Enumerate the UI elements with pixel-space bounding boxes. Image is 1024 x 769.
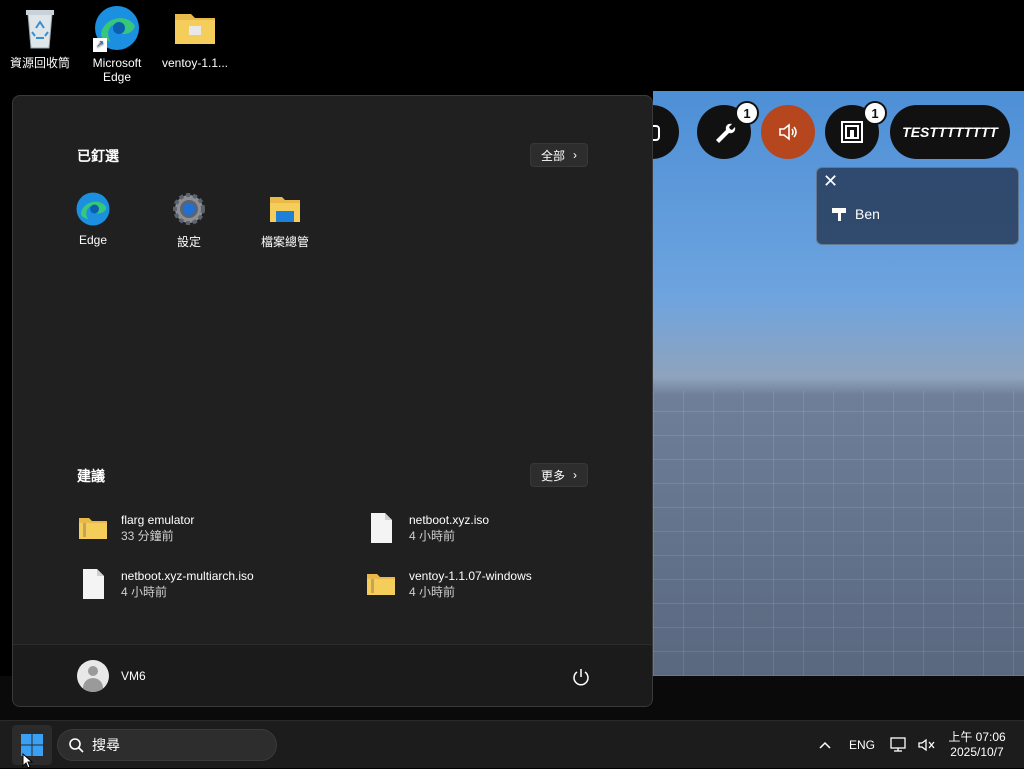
chevron-right-icon: ›: [573, 148, 578, 162]
recommended-name: netboot.xyz-multiarch.iso: [121, 569, 254, 583]
zip-folder-icon: [77, 512, 109, 544]
folder-icon: [171, 4, 219, 52]
recommended-item[interactable]: ventoy-1.1.07-windows 4 小時前: [365, 568, 635, 600]
edge-icon: [75, 191, 111, 227]
desktop-icon-ventoy-folder[interactable]: ventoy-1.1...: [155, 4, 235, 70]
inventory-button[interactable]: 1: [825, 101, 887, 159]
player-tag-button[interactable]: TESTTTTTTTT: [890, 105, 1010, 159]
desktop-icon-recycle-bin[interactable]: 資源回收筒: [0, 4, 80, 70]
recommended-name: netboot.xyz.iso: [409, 513, 490, 527]
layers-icon: [841, 121, 863, 143]
all-apps-button[interactable]: 全部 ›: [530, 143, 589, 167]
all-apps-label: 全部: [541, 148, 566, 163]
hammer-icon: [832, 208, 846, 221]
power-icon: [573, 669, 589, 686]
system-tray-status[interactable]: [890, 721, 936, 769]
zip-folder-icon: [365, 568, 397, 600]
pinned-app-label: Edge: [78, 233, 108, 247]
file-explorer-icon: [267, 191, 303, 227]
recommended-item[interactable]: netboot.xyz-multiarch.iso 4 小時前: [77, 568, 347, 600]
desktop-icon-edge[interactable]: ↗ Microsoft Edge: [77, 4, 157, 84]
pinned-section-title: 已釘選: [77, 148, 119, 164]
pinned-app-label: 設定: [176, 235, 201, 249]
clock-time: 上午 07:06: [948, 730, 1006, 744]
recommended-time: 4 小時前: [409, 529, 456, 543]
recommended-time: 4 小時前: [409, 585, 456, 599]
voice-chat-button[interactable]: [761, 105, 815, 159]
search-placeholder: 搜尋: [92, 737, 120, 753]
recommended-time: 4 小時前: [121, 585, 168, 599]
network-icon: [890, 737, 906, 752]
desktop: 資源回收筒 ↗ Microsoft Edge ventoy-1.1... 1 1…: [0, 0, 1024, 769]
more-label: 更多: [541, 468, 566, 483]
notification-player-name: Ben: [855, 206, 880, 222]
input-language-button[interactable]: ENG: [849, 721, 875, 769]
close-icon[interactable]: ✕: [823, 171, 838, 192]
desktop-icon-label: Microsoft Edge: [92, 56, 142, 84]
recommended-section-title: 建議: [77, 468, 105, 484]
power-button[interactable]: [569, 665, 593, 689]
edge-icon: ↗: [93, 4, 141, 52]
chevron-up-icon: [819, 741, 831, 749]
baseplate-grid: [653, 391, 1024, 676]
tools-count-badge: 1: [735, 101, 759, 125]
speaker-icon: [779, 123, 797, 141]
speaker-muted-icon: [918, 738, 935, 752]
recommended-time: 33 分鐘前: [121, 529, 174, 543]
player-notification: ✕ Ben: [816, 167, 1019, 245]
start-menu: 已釘選 全部 › Edge 設定 檔案總管 建議 更多 › flarg emul…: [12, 95, 653, 707]
start-menu-footer: VM6: [13, 644, 652, 706]
recommended-name: ventoy-1.1.07-windows: [409, 569, 532, 583]
file-icon: [77, 568, 109, 600]
user-account-button[interactable]: VM6: [77, 660, 146, 692]
file-icon: [365, 512, 397, 544]
pinned-app-label: 檔案總管: [260, 235, 309, 249]
pinned-app-settings[interactable]: 設定: [144, 191, 234, 250]
desktop-icon-label: 資源回收筒: [9, 56, 70, 70]
mouse-cursor-icon: [22, 753, 34, 769]
pinned-app-file-explorer[interactable]: 檔案總管: [240, 191, 330, 250]
recommended-item[interactable]: netboot.xyz.iso 4 小時前: [365, 512, 635, 544]
game-viewport[interactable]: 1 1 TESTTTTTTTT ✕ Ben: [653, 91, 1024, 676]
search-icon: [69, 738, 84, 753]
backpack-button[interactable]: [653, 105, 679, 159]
chevron-right-icon: ›: [573, 468, 578, 482]
settings-gear-icon: [171, 191, 207, 227]
show-hidden-icons-button[interactable]: [816, 721, 834, 769]
clock-button[interactable]: 上午 07:06 2025/10/7: [944, 721, 1010, 769]
recommended-item[interactable]: flarg emulator 33 分鐘前: [77, 512, 347, 544]
user-name: VM6: [121, 669, 146, 683]
wrench-icon: [716, 123, 736, 143]
recommended-name: flarg emulator: [121, 513, 195, 527]
shortcut-arrow-icon: ↗: [93, 38, 107, 52]
taskbar: 搜尋 ENG 上午 07:06 2025/10/7: [0, 720, 1024, 769]
pinned-app-edge[interactable]: Edge: [48, 191, 138, 247]
recycle-bin-icon: [16, 4, 64, 52]
inventory-count-badge: 1: [863, 101, 887, 125]
tools-button[interactable]: 1: [697, 101, 759, 159]
clock-date: 2025/10/7: [950, 745, 1004, 759]
backpack-icon: [653, 125, 660, 141]
more-recommended-button[interactable]: 更多 ›: [530, 463, 589, 487]
avatar: [77, 660, 109, 692]
taskbar-search-box[interactable]: 搜尋: [57, 729, 277, 761]
desktop-icon-label: ventoy-1.1...: [161, 56, 229, 70]
